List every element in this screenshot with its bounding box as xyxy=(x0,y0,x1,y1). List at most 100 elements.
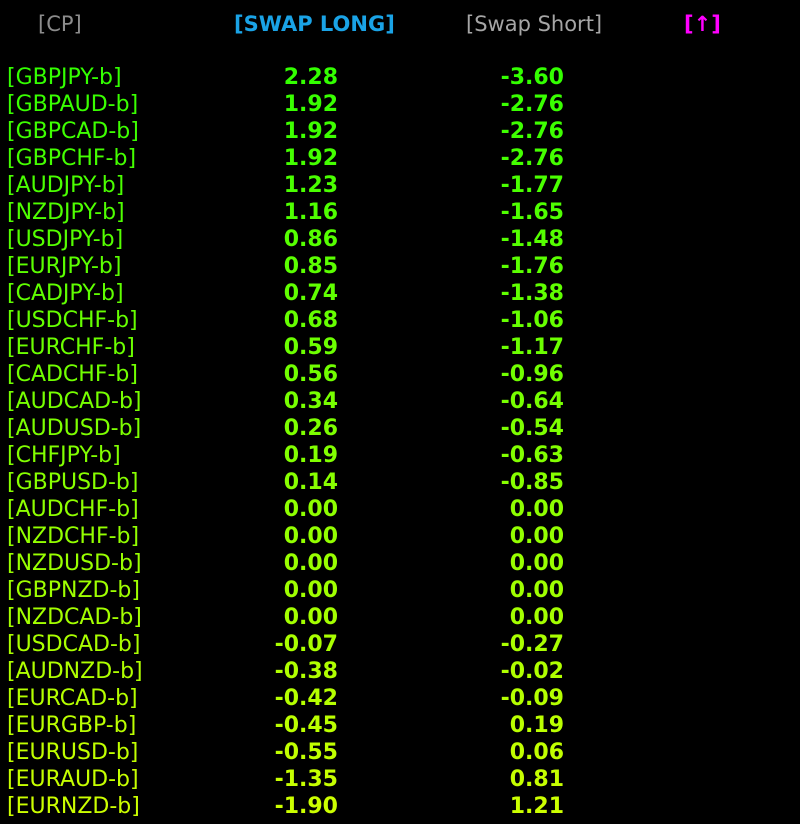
swap-long-value: 0.00 xyxy=(283,605,338,630)
symbol-cell[interactable]: [AUDCAD-b] xyxy=(7,388,142,415)
swap-long-value: 0.86 xyxy=(283,227,338,252)
table-row: [AUDCHF-b] 0.00 0.00 xyxy=(0,496,800,523)
swap-long-column-header[interactable]: [SWAP LONG] xyxy=(234,10,395,38)
sort-direction-toggle[interactable]: [↑] xyxy=(684,10,721,38)
swap-short-value: -3.60 xyxy=(500,65,564,90)
swap-short-value: -0.02 xyxy=(500,659,564,684)
symbol-cell[interactable]: [AUDNZD-b] xyxy=(7,658,143,685)
table-row: [GBPJPY-b] 2.28 -3.60 xyxy=(0,64,800,91)
table-header: [CP] [SWAP LONG] [Swap Short] [↑] xyxy=(0,0,800,60)
symbol-cell[interactable]: [AUDJPY-b] xyxy=(7,172,124,199)
swap-long-value: 0.26 xyxy=(283,416,338,441)
table-row: [EURUSD-b] -0.55 0.06 xyxy=(0,739,800,766)
table-row: [NZDJPY-b] 1.16 -1.65 xyxy=(0,199,800,226)
swap-short-value: -2.76 xyxy=(500,92,564,117)
cp-column-header[interactable]: [CP] xyxy=(38,10,82,38)
swap-long-value: -0.42 xyxy=(274,686,338,711)
table-row: [EURGBP-b] -0.45 0.19 xyxy=(0,712,800,739)
table-row: [CADCHF-b] 0.56 -0.96 xyxy=(0,361,800,388)
swap-long-value: -1.90 xyxy=(274,794,338,819)
symbol-cell[interactable]: [USDJPY-b] xyxy=(7,226,123,253)
swap-long-value: -0.45 xyxy=(274,713,338,738)
swap-short-value: -2.76 xyxy=(500,119,564,144)
symbol-cell[interactable]: [EURAUD-b] xyxy=(7,766,139,793)
symbol-cell[interactable]: [CADJPY-b] xyxy=(7,280,124,307)
table-row: [AUDCAD-b] 0.34 -0.64 xyxy=(0,388,800,415)
symbol-cell[interactable]: [GBPAUD-b] xyxy=(7,91,138,118)
swap-long-value: 0.56 xyxy=(283,362,338,387)
table-row: [CADJPY-b] 0.74 -1.38 xyxy=(0,280,800,307)
table-row: [NZDUSD-b] 0.00 0.00 xyxy=(0,550,800,577)
table-row: [USDCHF-b] 0.68 -1.06 xyxy=(0,307,800,334)
symbol-cell[interactable]: [AUDCHF-b] xyxy=(7,496,139,523)
swap-long-value: 1.23 xyxy=(283,173,338,198)
symbol-cell[interactable]: [GBPCHF-b] xyxy=(7,145,136,172)
swap-long-value: 0.85 xyxy=(283,254,338,279)
swap-short-value: -1.48 xyxy=(500,227,564,252)
symbol-cell[interactable]: [GBPJPY-b] xyxy=(7,64,122,91)
symbol-cell[interactable]: [EURCAD-b] xyxy=(7,685,138,712)
symbol-cell[interactable]: [NZDCAD-b] xyxy=(7,604,142,631)
symbol-cell[interactable]: [EURJPY-b] xyxy=(7,253,121,280)
symbol-cell[interactable]: [NZDUSD-b] xyxy=(7,550,142,577)
table-row: [CHFJPY-b] 0.19 -0.63 xyxy=(0,442,800,469)
symbol-cell[interactable]: [NZDJPY-b] xyxy=(7,199,125,226)
swap-table: [GBPJPY-b] 2.28 -3.60 [GBPAUD-b] 1.92 -2.76 [G… xyxy=(0,64,800,820)
swap-long-value: 0.00 xyxy=(283,497,338,522)
symbol-cell[interactable]: [GBPCAD-b] xyxy=(7,118,139,145)
swap-long-value: 0.74 xyxy=(283,281,338,306)
symbol-cell[interactable]: [USDCAD-b] xyxy=(7,631,140,658)
table-row: [GBPUSD-b] 0.14 -0.85 xyxy=(0,469,800,496)
swap-short-value: 0.00 xyxy=(509,497,564,522)
swap-long-value: -0.55 xyxy=(274,740,338,765)
symbol-cell[interactable]: [CADCHF-b] xyxy=(7,361,138,388)
table-row: [EURCAD-b] -0.42 -0.09 xyxy=(0,685,800,712)
swap-short-value: 1.21 xyxy=(509,794,564,819)
table-row: [NZDCHF-b] 0.00 0.00 xyxy=(0,523,800,550)
swap-short-value: -1.65 xyxy=(500,200,564,225)
symbol-cell[interactable]: [EURUSD-b] xyxy=(7,739,138,766)
swap-short-value: -0.85 xyxy=(500,470,564,495)
swap-long-value: 2.28 xyxy=(283,65,338,90)
swap-short-column-header[interactable]: [Swap Short] xyxy=(466,10,602,38)
symbol-cell[interactable]: [EURNZD-b] xyxy=(7,793,140,820)
swap-long-value: 0.19 xyxy=(283,443,338,468)
swap-long-value: 0.00 xyxy=(283,524,338,549)
symbol-cell[interactable]: [EURGBP-b] xyxy=(7,712,136,739)
table-row: [EURCHF-b] 0.59 -1.17 xyxy=(0,334,800,361)
symbol-cell[interactable]: [USDCHF-b] xyxy=(7,307,138,334)
table-row: [EURJPY-b] 0.85 -1.76 xyxy=(0,253,800,280)
swap-long-value: 1.92 xyxy=(283,92,338,117)
swap-short-value: -0.96 xyxy=(500,362,564,387)
symbol-cell[interactable]: [AUDUSD-b] xyxy=(7,415,141,442)
swap-short-value: -1.06 xyxy=(500,308,564,333)
table-row: [EURAUD-b] -1.35 0.81 xyxy=(0,766,800,793)
symbol-cell[interactable]: [CHFJPY-b] xyxy=(7,442,121,469)
swap-long-value: 0.14 xyxy=(283,470,338,495)
symbol-cell[interactable]: [GBPUSD-b] xyxy=(7,469,138,496)
table-row: [AUDJPY-b] 1.23 -1.77 xyxy=(0,172,800,199)
symbol-cell[interactable]: [NZDCHF-b] xyxy=(7,523,139,550)
table-row: [GBPCAD-b] 1.92 -2.76 xyxy=(0,118,800,145)
table-row: [AUDNZD-b] -0.38 -0.02 xyxy=(0,658,800,685)
table-row: [USDJPY-b] 0.86 -1.48 xyxy=(0,226,800,253)
table-row: [GBPCHF-b] 1.92 -2.76 xyxy=(0,145,800,172)
symbol-cell[interactable]: [GBPNZD-b] xyxy=(7,577,140,604)
swap-short-value: 0.00 xyxy=(509,551,564,576)
swap-short-value: 0.81 xyxy=(509,767,564,792)
swap-short-value: -0.09 xyxy=(500,686,564,711)
table-row: [USDCAD-b] -0.07 -0.27 xyxy=(0,631,800,658)
swap-short-value: -0.64 xyxy=(500,389,564,414)
swap-short-value: -2.76 xyxy=(500,146,564,171)
swap-long-value: -1.35 xyxy=(274,767,338,792)
swap-short-value: -0.27 xyxy=(500,632,564,657)
table-row: [GBPNZD-b] 0.00 0.00 xyxy=(0,577,800,604)
swap-short-value: -0.63 xyxy=(500,443,564,468)
swap-long-value: 0.68 xyxy=(283,308,338,333)
symbol-cell[interactable]: [EURCHF-b] xyxy=(7,334,135,361)
swap-short-value: 0.00 xyxy=(509,605,564,630)
table-row: [AUDUSD-b] 0.26 -0.54 xyxy=(0,415,800,442)
swap-long-value: 1.16 xyxy=(283,200,338,225)
swap-long-value: 1.92 xyxy=(283,146,338,171)
swap-short-value: 0.00 xyxy=(509,578,564,603)
